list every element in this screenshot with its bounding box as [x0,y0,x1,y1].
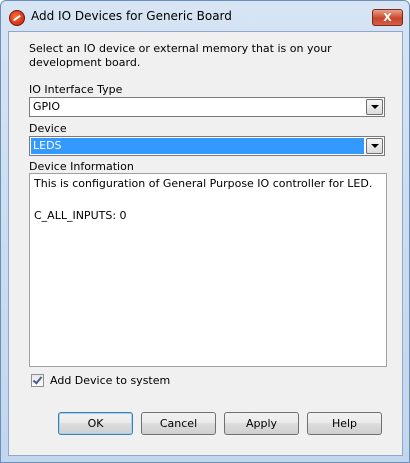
device-info-textarea[interactable]: This is configuration of General Purpose… [29,173,387,367]
chevron-down-icon[interactable] [366,138,383,154]
window-title: Add IO Devices for Generic Board [31,9,232,23]
interface-type-value: GPIO [33,100,61,113]
close-button[interactable]: X [372,9,403,26]
app-logo-icon [9,10,25,26]
dialog-body: Select an IO device or external memory t… [8,31,403,456]
device-value: LEDS [31,138,364,154]
add-device-label[interactable]: Add Device to system [50,374,170,387]
title-bar[interactable]: Add IO Devices for Generic Board X [1,1,409,31]
chevron-down-icon[interactable] [366,99,383,115]
device-info-label: Device Information [29,160,134,173]
device-label: Device [29,122,67,135]
apply-button[interactable]: Apply [224,412,299,435]
interface-type-select[interactable]: GPIO [29,97,385,117]
interface-type-label: IO Interface Type [29,83,123,96]
dialog-window: Add IO Devices for Generic Board X Selec… [0,0,410,463]
add-device-checkbox[interactable] [31,374,44,387]
ok-button[interactable]: OK [58,412,133,435]
device-select[interactable]: LEDS [29,136,385,156]
description-text: Select an IO device or external memory t… [29,42,332,69]
cancel-button[interactable]: Cancel [141,412,216,435]
help-button[interactable]: Help [307,412,382,435]
